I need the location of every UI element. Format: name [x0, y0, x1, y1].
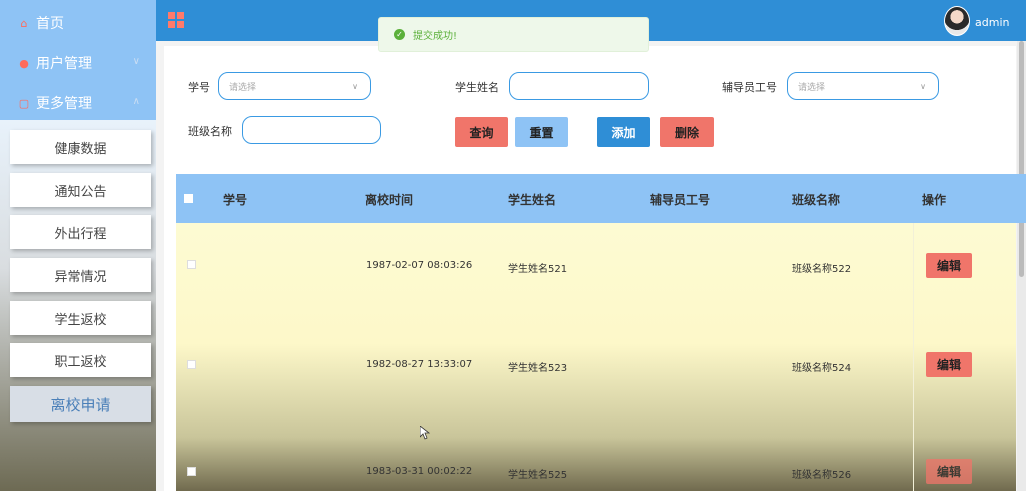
column-header-student-name[interactable]: 学生姓名: [508, 191, 556, 208]
scrollbar[interactable]: [1017, 41, 1026, 491]
chevron-up-icon: ∧: [132, 96, 140, 107]
edit-button[interactable]: 编辑: [926, 253, 972, 278]
cell-class-name: 班级名称522: [792, 264, 852, 275]
edit-button[interactable]: 编辑: [926, 459, 972, 484]
student-id-select[interactable]: 请选择 ∨: [218, 72, 371, 100]
submenu-health-data[interactable]: 健康数据: [10, 130, 151, 164]
username[interactable]: admin: [975, 16, 1009, 29]
submenu-abnormal-cases[interactable]: 异常情况: [10, 258, 151, 292]
copy-icon: ▢: [18, 96, 30, 110]
counselor-id-placeholder: 请选择: [798, 82, 826, 93]
mouse-cursor-icon: [420, 426, 430, 440]
sidebar-item-more-management[interactable]: ▢ 更多管理 ∧: [0, 83, 156, 123]
column-header-counselor-id[interactable]: 辅导员工号: [650, 191, 710, 208]
cell-student-name: 学生姓名521: [508, 264, 568, 275]
sidebar-item-user-management[interactable]: ● 用户管理 ∨: [0, 43, 156, 83]
column-header-actions: 操作: [922, 193, 947, 207]
cell-student-name: 学生姓名523: [508, 363, 568, 374]
sidebar-item-label: 用户管理: [36, 56, 92, 72]
student-name-input[interactable]: [509, 72, 649, 100]
row-checkbox[interactable]: [187, 467, 196, 476]
sidebar-item-label: 首页: [36, 16, 64, 32]
select-all-checkbox[interactable]: [184, 194, 193, 203]
edit-button[interactable]: 编辑: [926, 352, 972, 377]
counselor-id-select[interactable]: 请选择 ∨: [787, 72, 939, 100]
avatar[interactable]: [944, 6, 970, 36]
chevron-down-icon: ∨: [920, 82, 926, 91]
chevron-down-icon: ∨: [132, 56, 140, 67]
cell-leave-time: 1983-03-31 00:02:22: [366, 466, 473, 477]
reset-button[interactable]: 重置: [515, 117, 568, 147]
table-body: 1987-02-07 08:03:26 学生姓名521 班级名称522 编辑 1…: [176, 223, 1016, 491]
column-header-class-name[interactable]: 班级名称: [792, 191, 840, 208]
sidebar-item-label: 更多管理: [36, 96, 92, 112]
submenu-notices[interactable]: 通知公告: [10, 173, 151, 207]
row-checkbox[interactable]: [187, 360, 196, 369]
column-divider: [913, 223, 914, 491]
chevron-down-icon: ∨: [352, 82, 358, 91]
column-header-student-id[interactable]: 学号: [223, 191, 247, 208]
add-button[interactable]: 添加: [597, 117, 650, 147]
cell-student-name: 学生姓名525: [508, 470, 568, 481]
student-id-label: 学号: [188, 81, 210, 94]
student-name-label: 学生姓名: [455, 81, 499, 94]
query-button[interactable]: 查询: [455, 117, 508, 147]
sidebar-item-home[interactable]: ⌂ 首页: [0, 3, 156, 43]
student-id-placeholder: 请选择: [229, 82, 257, 93]
counselor-id-label: 辅导员工号: [722, 81, 777, 94]
row-checkbox[interactable]: [187, 260, 196, 269]
cell-leave-time: 1982-08-27 13:33:07: [366, 359, 473, 370]
table-header: 学号 离校时间 学生姓名 辅导员工号 班级名称 操作: [176, 174, 1026, 223]
user-icon: ●: [19, 56, 29, 70]
cell-class-name: 班级名称526: [792, 470, 852, 481]
check-circle-icon: ✓: [394, 29, 405, 40]
toast-message: 提交成功!: [413, 31, 458, 42]
cell-leave-time: 1987-02-07 08:03:26: [366, 260, 473, 271]
scrollbar-thumb[interactable]: [1019, 41, 1024, 277]
submenu-outing-trips[interactable]: 外出行程: [10, 215, 151, 249]
class-name-label: 班级名称: [188, 125, 232, 138]
grid-menu-icon[interactable]: [168, 12, 184, 28]
delete-button[interactable]: 删除: [660, 117, 714, 147]
submenu-student-return[interactable]: 学生返校: [10, 301, 151, 335]
success-toast: ✓ 提交成功!: [378, 17, 649, 52]
class-name-input[interactable]: [242, 116, 381, 144]
home-icon: ⌂: [20, 16, 28, 30]
submenu-staff-return[interactable]: 职工返校: [10, 343, 151, 377]
cell-class-name: 班级名称524: [792, 363, 852, 374]
column-header-leave-time[interactable]: 离校时间: [365, 191, 413, 208]
sidebar: ⌂ 首页 ● 用户管理 ∨ ▢ 更多管理 ∧ 健康数据 通知公告 外出行程 异常…: [0, 0, 156, 491]
submenu-leave-application[interactable]: 离校申请: [10, 386, 151, 422]
